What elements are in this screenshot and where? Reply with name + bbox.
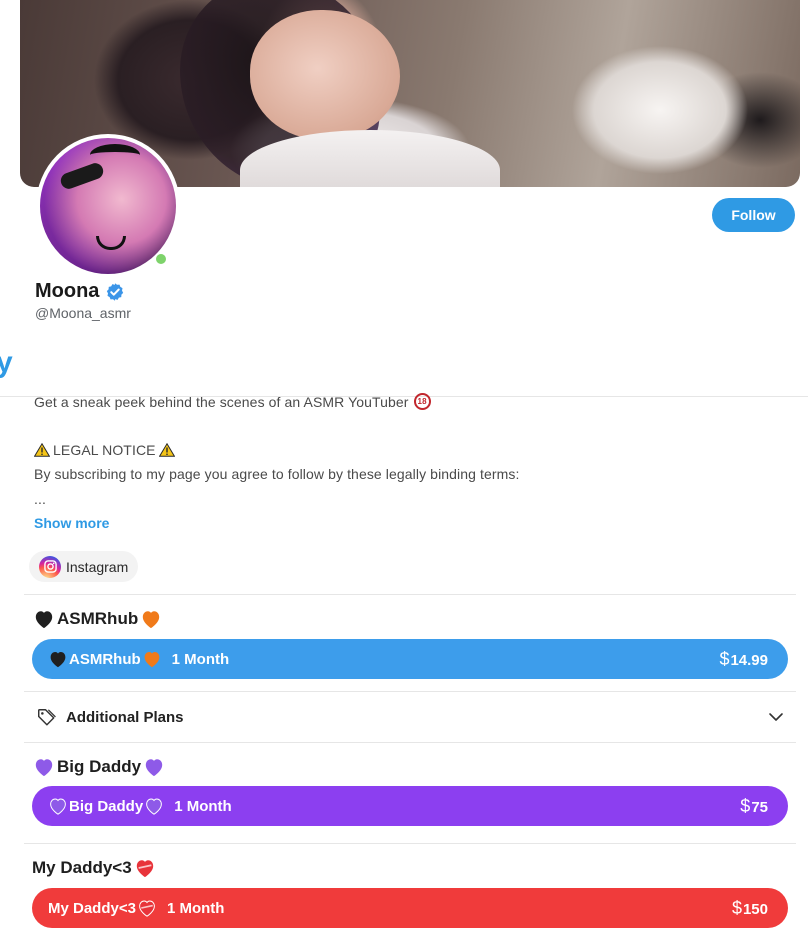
purple-heart-icon <box>145 759 163 777</box>
additional-plans-toggle[interactable]: Additional Plans <box>24 692 796 742</box>
purple-heart-icon <box>146 798 163 815</box>
plan-price: $ 150 <box>732 898 768 919</box>
chevron-down-icon <box>769 713 783 721</box>
plan-name: My Daddy<3 <box>48 899 157 917</box>
plan-section-title-my-daddy: My Daddy<3 <box>32 858 156 878</box>
orange-heart-icon <box>144 652 160 668</box>
follow-button[interactable]: Follow <box>712 198 795 232</box>
plan-section-title-text: ASMRhub <box>57 609 139 628</box>
bio-text-line1: Get a sneak peek behind the scenes of an… <box>34 393 409 410</box>
plan-section-title-text: My Daddy<3 <box>32 858 132 877</box>
tag-icon <box>38 709 56 726</box>
instagram-label: Instagram <box>66 558 129 575</box>
plan-name-text: My Daddy<3 <box>48 899 136 917</box>
show-more-link[interactable]: Show more <box>34 515 109 531</box>
currency-symbol: $ <box>740 795 751 816</box>
warning-icon <box>34 443 50 457</box>
plan-name: Big Daddy <box>48 797 164 815</box>
links-divider <box>24 594 796 595</box>
plan-name-text: ASMRhub <box>69 650 141 668</box>
heart-with-ribbon-icon <box>139 900 155 917</box>
verified-badge-icon <box>107 282 124 301</box>
bio-line: Get a sneak peek behind the scenes of an… <box>34 393 431 410</box>
additional-plans-label: Additional Plans <box>66 708 184 726</box>
black-heart-icon <box>35 611 53 629</box>
black-heart-icon <box>50 652 66 668</box>
subscribe-button-big-daddy[interactable]: Big Daddy 1 Month $ 75 <box>32 786 788 826</box>
subscribe-button-asmrhub[interactable]: ASMRhub 1 Month $ 14.99 <box>32 639 788 679</box>
plan-period: 1 Month <box>174 797 232 815</box>
purple-heart-icon <box>50 798 66 815</box>
plan-price: $ 14.99 <box>719 649 768 670</box>
currency-symbol: $ <box>731 897 742 918</box>
purple-heart-icon <box>35 759 53 777</box>
plan-period: 1 Month <box>171 650 230 668</box>
plan-section-title-big-daddy: Big Daddy <box>33 757 165 777</box>
bio-truncation-ellipsis: ... <box>34 491 46 507</box>
currency-symbol: $ <box>719 648 730 669</box>
plan-period: 1 Month <box>166 899 225 917</box>
plan-divider <box>24 742 796 743</box>
subscribe-button-my-daddy[interactable]: My Daddy<3 1 Month $ 150 <box>32 888 788 928</box>
display-name: Moona <box>35 280 100 302</box>
legal-notice-line: LEGAL NOTICE <box>34 442 175 458</box>
display-name-row: Moona <box>35 280 125 303</box>
online-status-dot <box>154 252 168 266</box>
price-amount: 75 <box>751 798 768 816</box>
instagram-icon <box>39 555 61 578</box>
bio-text-line3: By subscribing to my page you agree to f… <box>34 466 520 482</box>
warning-icon <box>158 443 175 457</box>
plan-section-title-text: Big Daddy <box>57 757 142 776</box>
plan-name: ASMRhub <box>48 650 162 668</box>
legal-notice-text: LEGAL NOTICE <box>53 442 156 458</box>
age-18-icon: 18 <box>413 393 431 410</box>
instagram-link[interactable]: Instagram <box>29 551 139 582</box>
price-amount: 150 <box>742 900 768 918</box>
plan-price: $ 75 <box>740 796 768 817</box>
avatar-choker-shape <box>96 236 126 250</box>
price-amount: 14.99 <box>730 651 768 669</box>
plan-name-text: Big Daddy <box>69 797 144 815</box>
orange-heart-icon <box>143 611 160 629</box>
plan-section-title-asmrhub: ASMRhub <box>33 609 162 629</box>
plan-divider <box>24 843 796 844</box>
clipped-tab-glyph: y <box>0 346 13 379</box>
cover-face-shape <box>250 10 400 140</box>
heart-with-ribbon-icon <box>136 860 153 878</box>
user-handle: @Moona_asmr <box>35 305 131 321</box>
avatar-microphone-shape <box>58 160 106 192</box>
